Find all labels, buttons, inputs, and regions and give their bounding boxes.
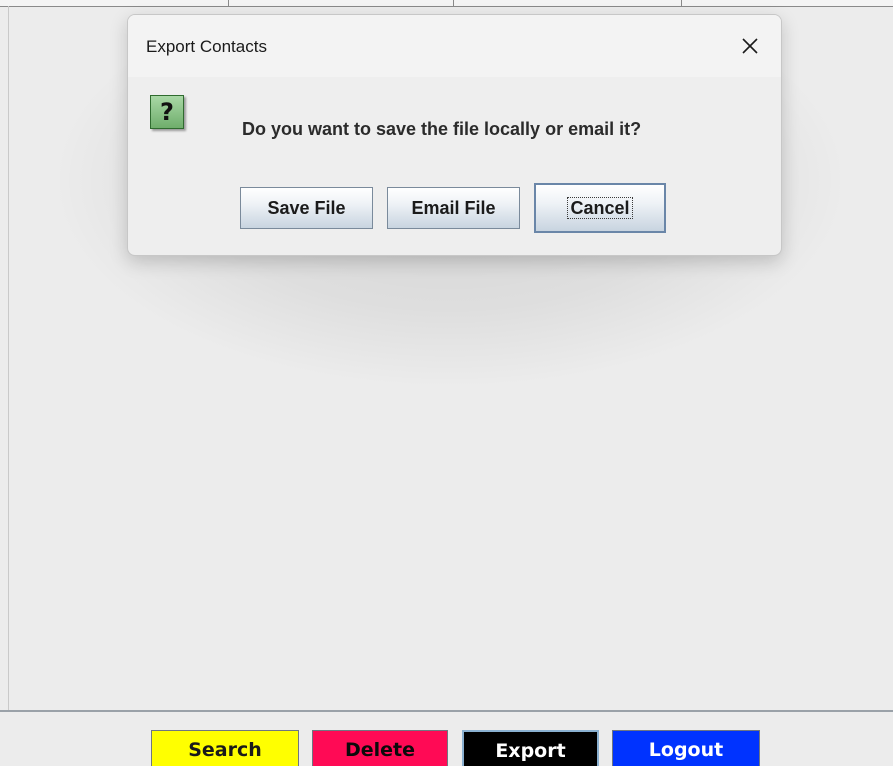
- column-separator: [681, 0, 682, 6]
- content-panel-border: [8, 6, 9, 710]
- question-icon: ?: [150, 95, 184, 129]
- cancel-button[interactable]: Cancel: [534, 183, 666, 233]
- main-window: Export Contacts ? Do you want to save th…: [0, 0, 893, 766]
- cancel-label: Cancel: [567, 197, 633, 219]
- export-contacts-dialog: Export Contacts ? Do you want to save th…: [127, 14, 782, 256]
- dialog-message: Do you want to save the file locally or …: [242, 119, 642, 139]
- logout-button[interactable]: Logout: [612, 730, 760, 766]
- column-separator: [228, 0, 229, 6]
- delete-button[interactable]: Delete: [312, 730, 448, 766]
- close-button[interactable]: [733, 29, 767, 63]
- save-file-button[interactable]: Save File: [240, 187, 373, 229]
- table-header: [0, 0, 893, 7]
- bottom-toolbar: Search Delete Export Logout: [0, 710, 893, 766]
- email-file-button[interactable]: Email File: [387, 187, 520, 229]
- dialog-title: Export Contacts: [146, 37, 267, 56]
- search-button[interactable]: Search: [151, 730, 299, 766]
- export-button[interactable]: Export: [462, 730, 599, 766]
- column-separator: [453, 0, 454, 6]
- close-icon: [742, 38, 758, 54]
- dialog-titlebar: Export Contacts: [128, 15, 781, 77]
